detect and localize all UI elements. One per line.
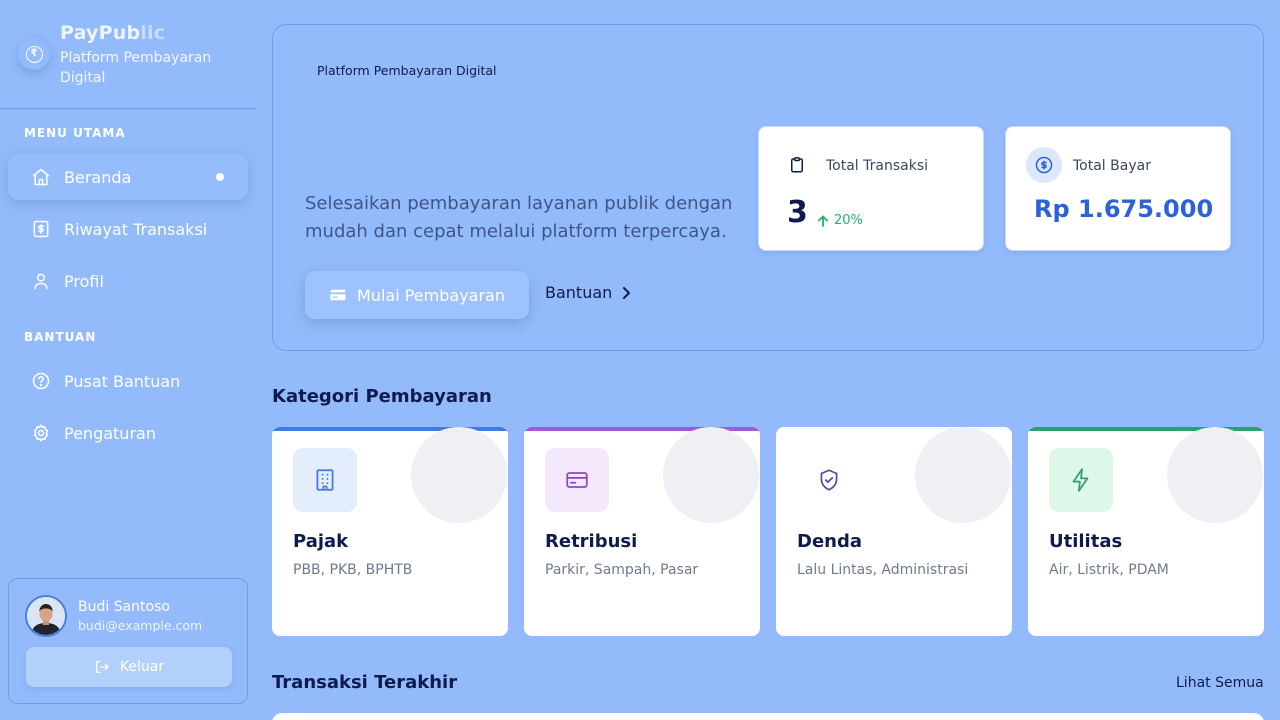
category-card-pajak[interactable]: Pajak PBB, PKB, BPHTB (272, 427, 508, 636)
avatar[interactable] (25, 595, 67, 637)
user-card: Budi Santoso budi@example.com Keluar (8, 578, 248, 704)
lightning-icon (1049, 448, 1113, 512)
clipboard-icon (779, 147, 815, 183)
category-description: Lalu Lintas, Administrasi (797, 562, 969, 578)
user-email: budi@example.com (78, 618, 203, 633)
sidebar-item-riwayat-transaksi[interactable]: Riwayat Transaksi (8, 206, 248, 252)
decorative-circle (1167, 427, 1263, 523)
category-card-denda[interactable]: Denda Lalu Lintas, Administrasi (776, 427, 1012, 636)
category-title: Utilitas (1049, 531, 1123, 552)
total-payment-label: Total Bayar (1073, 158, 1151, 174)
brand-subtitle: Platform Pembayaran Digital (60, 50, 212, 86)
trend-badge: 20% (817, 213, 863, 228)
sidebar-item-label: Beranda (64, 167, 132, 187)
decorative-circle (411, 427, 507, 523)
category-description: Parkir, Sampah, Pasar (545, 562, 699, 578)
user-name: Budi Santoso (78, 599, 170, 615)
category-title: Retribusi (545, 531, 638, 552)
logout-button[interactable]: Keluar (26, 647, 232, 687)
arrow-up-icon (817, 215, 829, 227)
category-card-retribusi[interactable]: Retribusi Parkir, Sampah, Pasar (524, 427, 760, 636)
sidebar-item-beranda[interactable]: Beranda (8, 154, 248, 200)
start-payment-label: Mulai Pembayaran (357, 285, 505, 305)
recent-transactions-heading: Transaksi Terakhir (272, 672, 458, 693)
sidebar-item-label: Riwayat Transaksi (64, 219, 208, 239)
help-link[interactable]: Bantuan (545, 283, 632, 302)
category-title: Denda (797, 531, 862, 552)
brand-name-main: PayPub (60, 22, 141, 44)
logout-icon (94, 659, 110, 675)
hero-tag: Platform Pembayaran Digital (317, 63, 497, 78)
recent-transactions-table (272, 713, 1264, 720)
sidebar-item-profil[interactable]: Profil (8, 258, 248, 304)
category-description: Air, Listrik, PDAM (1049, 562, 1169, 578)
card-icon (545, 448, 609, 512)
sidebar-item-label: Profil (64, 271, 104, 291)
receipt-icon (30, 218, 52, 240)
see-all-link[interactable]: Lihat Semua (1176, 675, 1264, 691)
total-transactions-label: Total Transaksi (826, 158, 929, 174)
help-circle-icon (30, 370, 52, 392)
gear-icon (30, 422, 52, 444)
brand: ₹ PayPublic Platform Pembayaran Digital (0, 0, 256, 109)
user-icon (30, 270, 52, 292)
total-payment-card: Total Bayar Rp 1.675.000 (1005, 126, 1231, 251)
sidebar-item-pengaturan[interactable]: Pengaturan (8, 410, 248, 456)
chevron-right-icon (623, 286, 631, 299)
help-link-label: Bantuan (545, 283, 613, 302)
card-icon (329, 286, 347, 304)
shield-check-icon (797, 448, 861, 512)
sidebar-item-pusat-bantuan[interactable]: Pusat Bantuan (8, 358, 248, 404)
brand-name[interactable]: PayPublic (60, 22, 165, 44)
sidebar: ₹ PayPublic Platform Pembayaran Digital … (0, 0, 256, 720)
trend-value: 20% (834, 213, 863, 228)
hero-banner: Platform Pembayaran Digital Selesaikan p… (272, 24, 1264, 351)
categories-heading: Kategori Pembayaran (272, 386, 492, 407)
menu-section-title: MENU UTAMA (24, 126, 126, 140)
help-section-title: BANTUAN (24, 330, 97, 344)
sidebar-item-label: Pengaturan (64, 423, 156, 443)
total-transactions-card: Total Transaksi 3 20% (758, 126, 984, 251)
decorative-circle (915, 427, 1011, 523)
total-transactions-value: 3 (787, 195, 808, 230)
total-payment-value: Rp 1.675.000 (1034, 195, 1214, 223)
logout-label: Keluar (119, 659, 165, 675)
category-title: Pajak (293, 531, 349, 552)
rupee-circle-icon: ₹ (18, 38, 50, 70)
decorative-circle (663, 427, 759, 523)
sidebar-item-label: Pusat Bantuan (64, 371, 181, 391)
start-payment-button[interactable]: Mulai Pembayaran (305, 271, 529, 319)
building-icon (293, 448, 357, 512)
hero-description: Selesaikan pembayaran layanan publik den… (305, 193, 733, 242)
dollar-icon (1026, 147, 1062, 183)
brand-name-fade: lic (140, 22, 166, 44)
category-description: PBB, PKB, BPHTB (293, 562, 413, 578)
category-card-utilitas[interactable]: Utilitas Air, Listrik, PDAM (1028, 427, 1264, 636)
home-icon (30, 166, 52, 188)
active-indicator (216, 173, 224, 181)
brand-logo-symbol: ₹ (25, 45, 43, 63)
